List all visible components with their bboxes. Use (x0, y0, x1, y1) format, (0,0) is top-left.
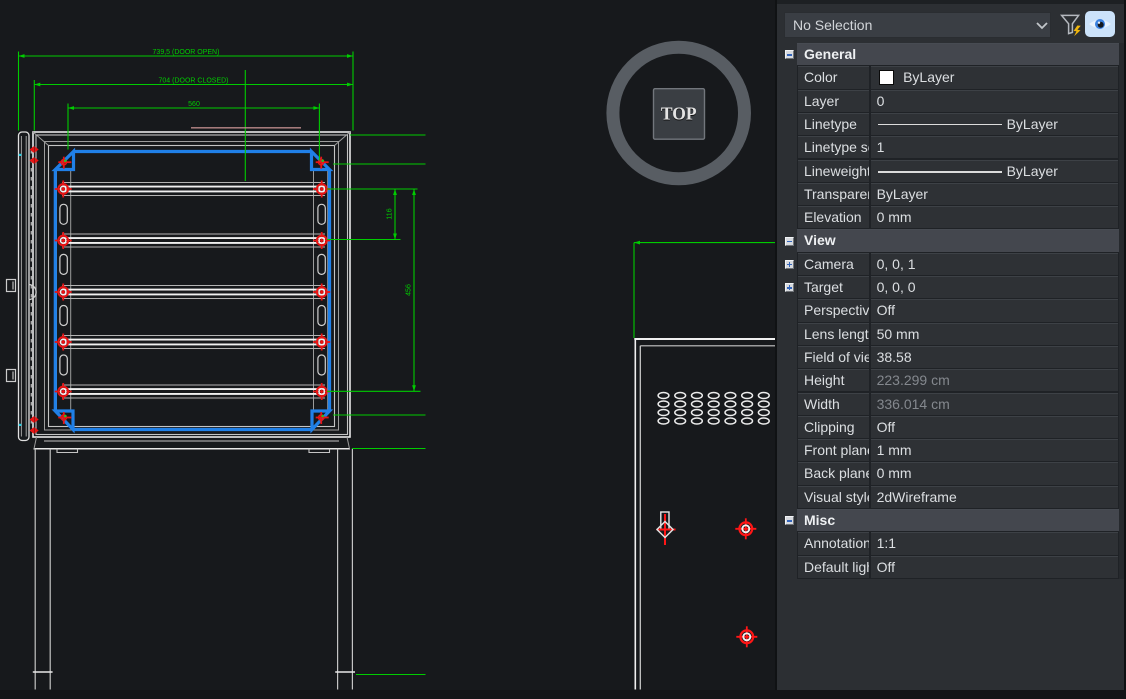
svg-text:739,5 (DOOR OPEN): 739,5 (DOOR OPEN) (153, 49, 220, 56)
svg-text:456: 456 (406, 284, 413, 296)
svg-text:116: 116 (387, 208, 394, 219)
svg-text:TOP: TOP (661, 103, 697, 123)
svg-text:704 (DOOR CLOSED): 704 (DOOR CLOSED) (158, 78, 228, 85)
svg-text:560: 560 (188, 101, 200, 108)
